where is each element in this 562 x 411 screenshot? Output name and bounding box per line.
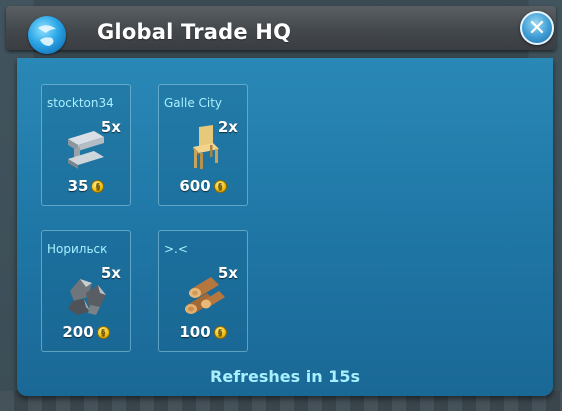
simoleon-coin-icon: § bbox=[213, 179, 227, 193]
trade-offer-card[interactable]: >.< 5x 100 § bbox=[158, 230, 248, 352]
trade-offer-card[interactable]: stockton34 5x 35 § bbox=[41, 84, 131, 206]
offer-price: 600 § bbox=[159, 177, 247, 195]
price-value: 600 bbox=[179, 177, 211, 195]
trade-offer-card[interactable]: Норильск 5x 200 § bbox=[41, 230, 131, 352]
seller-name: >.< bbox=[164, 242, 188, 256]
price-value: 200 bbox=[62, 323, 94, 341]
seller-name: stockton34 bbox=[47, 96, 114, 110]
offer-price: 100 § bbox=[159, 323, 247, 341]
offer-quantity: 2x bbox=[217, 118, 238, 136]
trade-panel: stockton34 5x 35 § Galle City 2x 600 § Н… bbox=[17, 58, 553, 396]
offer-quantity: 5x bbox=[100, 264, 121, 282]
window-header: Global Trade HQ bbox=[6, 6, 556, 54]
close-button[interactable]: ✕ bbox=[520, 11, 554, 45]
offer-quantity: 5x bbox=[100, 118, 121, 136]
simoleon-coin-icon: § bbox=[96, 325, 110, 339]
price-value: 35 bbox=[67, 177, 89, 195]
window-title: Global Trade HQ bbox=[97, 20, 292, 44]
seller-name: Норильск bbox=[47, 242, 108, 256]
offer-price: 200 § bbox=[42, 323, 130, 341]
globe-icon bbox=[28, 16, 66, 54]
simoleon-coin-icon: § bbox=[91, 179, 105, 193]
close-icon: ✕ bbox=[527, 15, 547, 41]
price-value: 100 bbox=[179, 323, 211, 341]
trade-offer-card[interactable]: Galle City 2x 600 § bbox=[158, 84, 248, 206]
simoleon-coin-icon: § bbox=[213, 325, 227, 339]
seller-name: Galle City bbox=[164, 96, 223, 110]
offer-price: 35 § bbox=[42, 177, 130, 195]
offer-quantity: 5x bbox=[217, 264, 238, 282]
refresh-timer: Refreshes in 15s bbox=[210, 367, 360, 386]
